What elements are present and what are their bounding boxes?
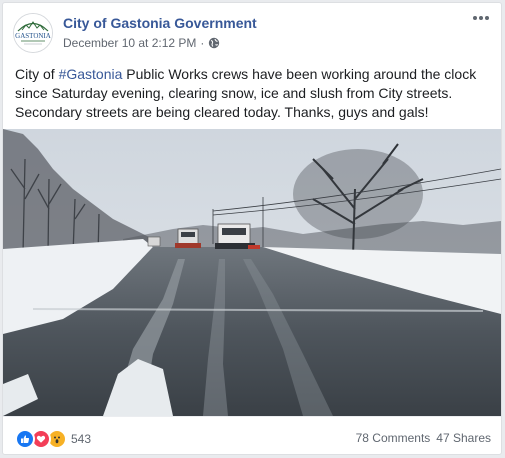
post-meta: December 10 at 2:12 PM · [63,36,220,50]
globe-icon[interactable] [208,37,220,49]
more-options-icon[interactable] [469,11,493,31]
shares-count-link[interactable]: 47 Shares [436,431,491,445]
page-name-link[interactable]: City of Gastonia Government [63,15,257,31]
meta-separator: · [200,36,205,50]
post-message: City of #Gastonia Public Works crews hav… [15,65,493,122]
logo-text: GASTONIA [15,32,51,40]
post-timestamp[interactable]: December 10 at 2:12 PM [63,36,196,50]
post-photo[interactable] [3,129,501,416]
reaction-count: 543 [71,432,92,446]
facebook-post: GASTONIA City of Gastonia Government Dec… [2,2,502,455]
snowy-road-photo [3,129,501,416]
post-footer: 543 78 Comments 47 Shares [3,416,501,454]
like-icon [15,429,35,449]
reactions-summary[interactable]: 543 [15,429,91,449]
comments-count-link[interactable]: 78 Comments [356,431,431,445]
page-avatar[interactable]: GASTONIA [13,13,53,53]
hashtag-link[interactable]: #Gastonia [59,66,123,82]
city-seal-logo: GASTONIA [14,14,52,52]
message-text-start: City of [15,66,59,82]
post-header: GASTONIA City of Gastonia Government Dec… [3,3,501,59]
engagement-counts: 78 Comments 47 Shares [356,431,491,445]
